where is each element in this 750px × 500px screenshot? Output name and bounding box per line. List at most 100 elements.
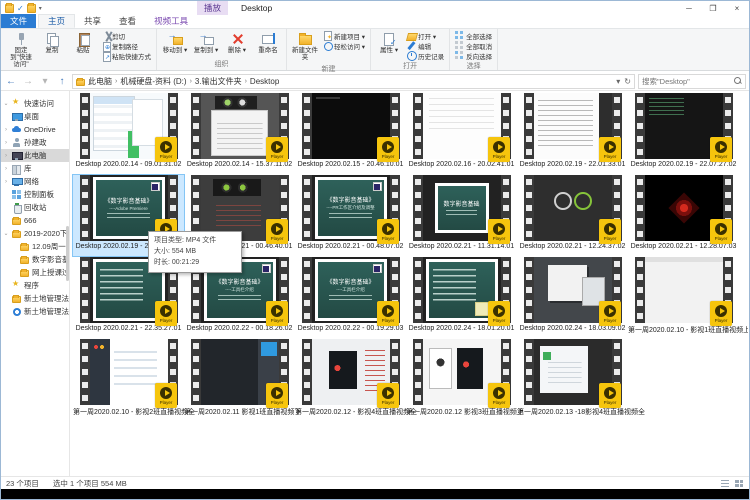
address-dropdown-icon[interactable]: ▾ (616, 77, 620, 86)
tab-3[interactable]: 查看 (110, 14, 145, 28)
ribbon-button-moveto[interactable]: 移动到 ▾ (160, 30, 190, 56)
player-badge[interactable]: Player (710, 219, 732, 244)
sidebar-item-10[interactable]: ⌄2019-2020下学期随 (1, 227, 69, 240)
player-badge[interactable]: Player (599, 301, 621, 326)
forward-button[interactable]: → (21, 76, 35, 87)
details-view-icon[interactable] (720, 479, 730, 488)
ribbon-button-open[interactable]: 打开 ▾ (405, 31, 446, 40)
breadcrumb-segment-2[interactable]: 3.输出文件夹 (195, 76, 242, 87)
player-badge[interactable]: Player (377, 137, 399, 162)
sidebar-item-0[interactable]: ⌄快速访问 (1, 97, 69, 110)
file-item-9[interactable]: 数字影音基础PlayerDesktop 2020.02.21 - 11.31.1… (406, 175, 517, 256)
player-badge[interactable]: Player (488, 137, 510, 162)
sidebar-item-16[interactable]: 新土地管理法 (2) (1, 305, 69, 318)
maximize-button[interactable]: ❐ (701, 1, 725, 15)
sidebar-item-9[interactable]: 666 (1, 214, 69, 227)
expand-chevron-icon[interactable]: › (3, 179, 9, 185)
file-item-15[interactable]: PlayerDesktop 2020.02.24 - 18.01.20.01 (406, 257, 517, 338)
recent-locations-icon[interactable]: ▾ (38, 76, 52, 87)
ribbon-button-selinv[interactable]: 反向选择 (453, 51, 494, 60)
ribbon-button-cut[interactable]: 剪切 (99, 31, 153, 40)
ribbon-button-pin[interactable]: 固定到"快速访问" (6, 30, 36, 70)
search-box[interactable] (638, 74, 746, 89)
player-badge[interactable]: Player (488, 301, 510, 326)
ribbon-button-rename[interactable]: 重命名 (253, 30, 283, 56)
qat-caret-icon[interactable]: ▾ (39, 5, 42, 12)
file-item-16[interactable]: PlayerDesktop 2020.02.24 - 18.03.09.02 (517, 257, 628, 338)
file-item-0[interactable]: PlayerDesktop 2020.02.14 - 09.01.31.02 (73, 93, 184, 174)
sidebar-item-1[interactable]: 桌面 (1, 110, 69, 123)
sidebar-item-8[interactable]: 回收站 (1, 201, 69, 214)
file-item-22[interactable]: Player第一周2020.02.13 -18影视4班直播视频全 (517, 339, 628, 420)
sidebar-scrollbar[interactable] (66, 226, 69, 281)
player-badge[interactable]: Player (488, 383, 510, 408)
breadcrumb-segment-3[interactable]: Desktop (250, 77, 279, 86)
ribbon-button-delete[interactable]: 删除 ▾ (222, 30, 252, 56)
ribbon-button-path[interactable]: 复制路径 (99, 41, 153, 50)
sidebar-item-13[interactable]: 网上授课过程存留 (1, 266, 69, 279)
tab-4[interactable]: 视频工具 (145, 14, 197, 28)
file-item-8[interactable]: 《数字影音基础》----PR工作区介绍及调整PlayerDesktop 2020… (295, 175, 406, 256)
player-badge[interactable]: Player (266, 383, 288, 408)
sidebar-item-2[interactable]: ›OneDrive (1, 123, 69, 136)
properties-qat-icon[interactable]: ✓ (17, 4, 24, 13)
player-badge[interactable]: Player (377, 301, 399, 326)
player-badge[interactable]: Player (710, 301, 732, 326)
refresh-icon[interactable]: ↻ (624, 77, 631, 86)
file-item-1[interactable]: PlayerDesktop 2020.02.14 - 15.37.11.02 (184, 93, 295, 174)
player-badge[interactable]: Player (155, 137, 177, 162)
player-badge[interactable]: Player (488, 219, 510, 244)
player-badge[interactable]: Player (155, 383, 177, 408)
up-button[interactable]: ↑ (55, 76, 69, 87)
file-item-2[interactable]: PlayerDesktop 2020.02.15 - 20.46.10.01 (295, 93, 406, 174)
thumbnail-view-icon[interactable] (734, 479, 744, 488)
tab-2[interactable]: 共享 (75, 14, 110, 28)
sidebar-item-3[interactable]: ›孙建政 (1, 136, 69, 149)
ribbon-button-selnone[interactable]: 全部取消 (453, 41, 494, 50)
file-item-4[interactable]: PlayerDesktop 2020.02.19 - 22.01.33.01 (517, 93, 628, 174)
ribbon-button-copyto[interactable]: 复制到 ▾ (191, 30, 221, 56)
file-item-21[interactable]: Player第一周2020.02.12 影视3班直播视频上 (406, 339, 517, 420)
ribbon-button-edit[interactable]: 编辑 (405, 41, 446, 50)
file-item-3[interactable]: PlayerDesktop 2020.02.16 - 20.02.41.01 (406, 93, 517, 174)
player-badge[interactable]: Player (599, 219, 621, 244)
file-item-10[interactable]: PlayerDesktop 2020.02.21 - 12.24.37.02 (517, 175, 628, 256)
player-badge[interactable]: Player (266, 219, 288, 244)
expand-chevron-icon[interactable]: › (3, 127, 9, 133)
file-item-18[interactable]: Player第一周2020.02.10 - 影视2班直播视频全 (73, 339, 184, 420)
breadcrumb-segment-0[interactable]: 此电脑 (88, 76, 112, 87)
breadcrumb-segment-1[interactable]: 机械硬盘-资料 (D:) (120, 76, 186, 87)
player-badge[interactable]: Player (599, 383, 621, 408)
sidebar-item-11[interactable]: 12.09周一交 (1, 240, 69, 253)
file-item-20[interactable]: Player第一周2020.02.12 - 影视4班直播视频全 (295, 339, 406, 420)
player-badge[interactable]: Player (599, 137, 621, 162)
sidebar-item-7[interactable]: 控制面板 (1, 188, 69, 201)
tab-0[interactable]: 文件 (1, 14, 36, 28)
player-badge[interactable]: Player (377, 383, 399, 408)
expand-chevron-icon[interactable]: › (3, 153, 9, 159)
ribbon-button-selall[interactable]: 全部选择 (453, 31, 494, 40)
file-item-14[interactable]: 《数字影音基础》----工具栏介绍PlayerDesktop 2020.02.2… (295, 257, 406, 338)
sidebar-item-5[interactable]: ›库 (1, 162, 69, 175)
ribbon-button-newfolder[interactable]: 新建文件夹 (290, 30, 320, 63)
ribbon-button-newitem[interactable]: 新建项目 ▾ (321, 31, 367, 40)
expand-chevron-icon[interactable]: › (3, 140, 9, 146)
file-item-5[interactable]: PlayerDesktop 2020.02.19 - 22.07.27.02 (628, 93, 739, 174)
expand-chevron-icon[interactable]: › (3, 166, 9, 172)
ribbon-button-paste[interactable]: 粘贴 (68, 30, 98, 56)
sidebar-item-4[interactable]: ›此电脑 (1, 149, 69, 162)
sidebar-item-14[interactable]: 程序 (1, 279, 69, 292)
ribbon-button-shortcut[interactable]: 粘贴快捷方式 (99, 51, 153, 60)
file-item-17[interactable]: Player第一周2020.02.10 - 影视1班直播视频上 (628, 257, 739, 338)
sidebar-item-12[interactable]: 数字影音基础相关 (1, 253, 69, 266)
expand-chevron-icon[interactable]: ⌄ (3, 230, 9, 237)
ribbon-button-copy[interactable]: 复制 (37, 30, 67, 56)
back-button[interactable]: ← (4, 76, 18, 87)
ribbon-button-props[interactable]: 属性 ▾ (374, 30, 404, 56)
player-badge[interactable]: Player (155, 301, 177, 326)
player-badge[interactable]: Player (266, 137, 288, 162)
minimize-button[interactable]: ─ (677, 1, 701, 15)
address-field[interactable]: 此电脑›机械硬盘-资料 (D:)›3.输出文件夹›Desktop ▾ ↻ (72, 74, 635, 89)
player-badge[interactable]: Player (377, 219, 399, 244)
player-badge[interactable]: Player (710, 137, 732, 162)
